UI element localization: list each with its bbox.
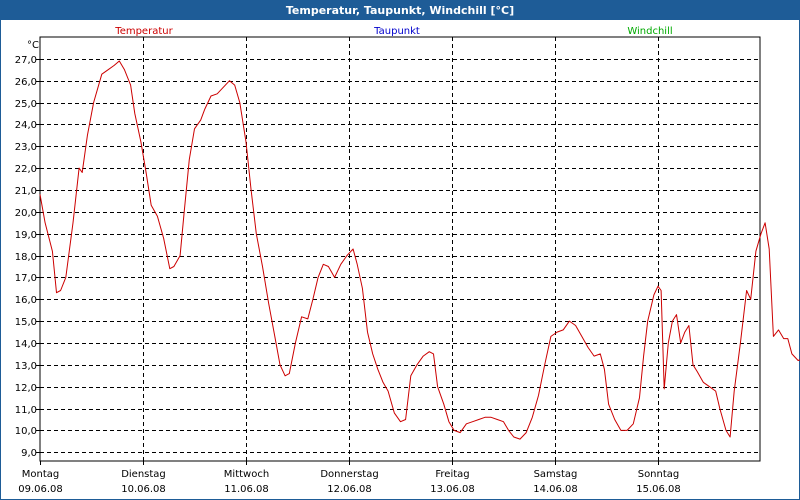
- x-tick-label-day: Dienstag: [121, 469, 166, 480]
- x-tick-label-day: Freitag: [435, 469, 469, 480]
- x-tick-label-date: 11.06.08: [224, 484, 269, 495]
- y-tick-label: 19,0: [15, 230, 37, 241]
- y-tick-label: 24,0: [15, 120, 37, 131]
- y-tick-label: 23,0: [15, 142, 37, 153]
- y-tick-label: 20,0: [15, 208, 37, 219]
- legend-item-temperatur: Temperatur: [114, 26, 173, 37]
- y-tick-label: 10,0: [15, 426, 37, 437]
- x-tick-label-date: 12.06.08: [327, 484, 372, 495]
- y-tick-label: 26,0: [15, 77, 37, 88]
- y-tick-label: 21,0: [15, 186, 37, 197]
- y-tick-label: 13,0: [15, 361, 37, 372]
- plot-area: [39, 36, 761, 462]
- y-tick-label: 9,0: [21, 448, 37, 459]
- y-tick-label: 12,0: [15, 383, 37, 394]
- x-tick-label-date: 15.06.08: [636, 484, 681, 495]
- legend-item-windchill: Windchill: [627, 26, 672, 37]
- x-tick-label-date: 14.06.08: [533, 484, 578, 495]
- y-tick-label: 16,0: [15, 295, 37, 306]
- y-axis-label: °C: [27, 40, 39, 51]
- y-tick-label: 14,0: [15, 339, 37, 350]
- line-chart: 9,0 10,0 11,0 12,0 13,0 14,0 15,0 16,0 17,0 18,0 1…: [15, 26, 800, 495]
- y-tick-label: 27,0: [15, 55, 37, 66]
- y-tick-label: 11,0: [15, 405, 37, 416]
- x-tick-label-day: Sonntag: [638, 469, 680, 480]
- x-tick-label-day: Samstag: [534, 469, 578, 480]
- y-tick-label: 22,0: [15, 164, 37, 175]
- x-tick-label-day: Mittwoch: [224, 469, 269, 480]
- y-tick-label: 17,0: [15, 273, 37, 284]
- y-tick-label: 18,0: [15, 252, 37, 263]
- y-tick-label: 25,0: [15, 99, 37, 110]
- x-tick-label-date: 10.06.08: [121, 484, 166, 495]
- y-tick-label: 15,0: [15, 317, 37, 328]
- x-tick-label-date: 13.06.08: [430, 484, 475, 495]
- legend-item-taupunkt: Taupunkt: [373, 26, 420, 37]
- x-tick-label-date: 09.06.08: [18, 484, 63, 495]
- x-tick-label-day: Donnerstag: [320, 469, 378, 480]
- x-tick-label-day: Montag: [22, 469, 59, 480]
